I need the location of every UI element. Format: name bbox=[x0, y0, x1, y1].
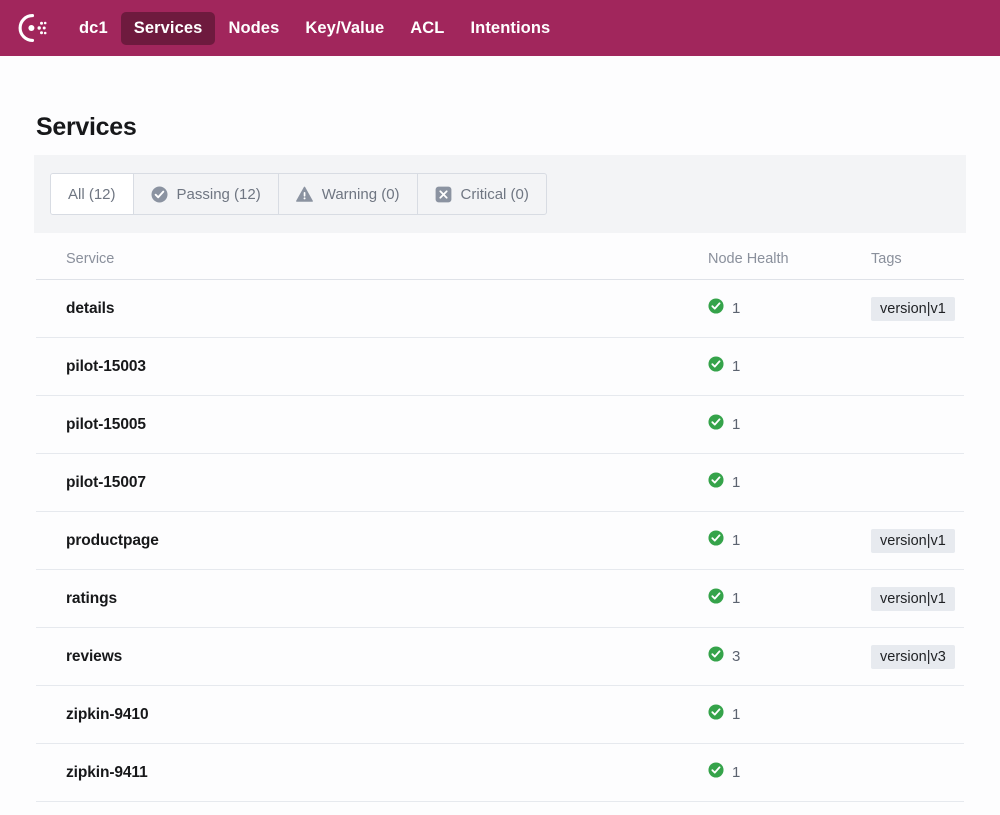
table-row[interactable]: zipkin-9411 1 bbox=[36, 744, 964, 802]
nav-item-list: dc1 Services Nodes Key/Value ACL Intenti… bbox=[66, 12, 563, 45]
services-table: Service Node Health Tags details 1 versi… bbox=[36, 233, 964, 802]
node-health-count: 1 bbox=[732, 532, 740, 549]
node-health-count: 1 bbox=[732, 474, 740, 491]
table-row[interactable]: zipkin-9410 1 bbox=[36, 686, 964, 744]
table-row[interactable]: pilot-15005 1 bbox=[36, 396, 964, 454]
node-health-cell: 1 bbox=[708, 356, 871, 377]
node-health-cell: 1 bbox=[708, 704, 871, 725]
node-health-count: 1 bbox=[732, 706, 740, 723]
node-health-cell: 1 bbox=[708, 530, 871, 551]
node-health-cell: 1 bbox=[708, 762, 871, 783]
column-header-tags: Tags bbox=[871, 251, 964, 267]
node-health-cell: 1 bbox=[708, 298, 871, 319]
table-row[interactable]: reviews 3 version|v3 bbox=[36, 628, 964, 686]
critical-x-icon bbox=[435, 186, 452, 203]
tag-badge[interactable]: version|v3 bbox=[871, 645, 955, 669]
node-health-cell: 1 bbox=[708, 472, 871, 493]
check-circle-green-icon bbox=[708, 530, 724, 551]
tags-cell: version|v1 bbox=[871, 529, 964, 553]
service-name-link[interactable]: ratings bbox=[36, 590, 708, 608]
tag-badge[interactable]: version|v1 bbox=[871, 529, 955, 553]
service-name-link[interactable]: zipkin-9411 bbox=[36, 764, 708, 782]
check-circle-green-icon bbox=[708, 298, 724, 319]
page-title: Services bbox=[36, 113, 964, 142]
filter-critical-label: Critical (0) bbox=[461, 186, 529, 203]
tags-cell: version|v3 bbox=[871, 645, 964, 669]
filter-passing-label: Passing (12) bbox=[177, 186, 261, 203]
consul-logo-icon[interactable] bbox=[10, 6, 54, 50]
check-circle-icon bbox=[151, 186, 168, 203]
service-name-link[interactable]: zipkin-9410 bbox=[36, 706, 708, 724]
table-header-row: Service Node Health Tags bbox=[36, 233, 964, 280]
node-health-count: 1 bbox=[732, 300, 740, 317]
node-health-cell: 3 bbox=[708, 646, 871, 667]
service-name-link[interactable]: pilot-15003 bbox=[36, 358, 708, 376]
tags-cell: version|v1 bbox=[871, 297, 964, 321]
filter-all-button[interactable]: All (12) bbox=[51, 174, 134, 214]
tag-badge[interactable]: version|v1 bbox=[871, 297, 955, 321]
column-header-node-health: Node Health bbox=[708, 251, 871, 267]
nav-item-datacenter[interactable]: dc1 bbox=[66, 12, 121, 45]
health-filter-group: All (12) Passing (12) bbox=[50, 173, 547, 215]
top-navigation-bar: dc1 Services Nodes Key/Value ACL Intenti… bbox=[0, 0, 1000, 56]
node-health-cell: 1 bbox=[708, 588, 871, 609]
check-circle-green-icon bbox=[708, 356, 724, 377]
filter-warning-button[interactable]: Warning (0) bbox=[279, 174, 418, 214]
nav-item-intentions[interactable]: Intentions bbox=[457, 12, 563, 45]
page-content: Services All (12) Passing (12) bbox=[0, 113, 1000, 802]
node-health-count: 3 bbox=[732, 648, 740, 665]
nav-item-services[interactable]: Services bbox=[121, 12, 216, 45]
table-row[interactable]: details 1 version|v1 bbox=[36, 280, 964, 338]
filter-critical-button[interactable]: Critical (0) bbox=[418, 174, 546, 214]
check-circle-green-icon bbox=[708, 588, 724, 609]
tag-badge[interactable]: version|v1 bbox=[871, 587, 955, 611]
node-health-cell: 1 bbox=[708, 414, 871, 435]
service-name-link[interactable]: pilot-15005 bbox=[36, 416, 708, 434]
node-health-count: 1 bbox=[732, 764, 740, 781]
table-row[interactable]: pilot-15007 1 bbox=[36, 454, 964, 512]
check-circle-green-icon bbox=[708, 646, 724, 667]
check-circle-green-icon bbox=[708, 472, 724, 493]
node-health-count: 1 bbox=[732, 416, 740, 433]
check-circle-green-icon bbox=[708, 762, 724, 783]
warning-triangle-icon bbox=[296, 186, 313, 203]
nav-item-acl[interactable]: ACL bbox=[397, 12, 457, 45]
nav-item-key-value[interactable]: Key/Value bbox=[292, 12, 397, 45]
service-name-link[interactable]: pilot-15007 bbox=[36, 474, 708, 492]
service-name-link[interactable]: productpage bbox=[36, 532, 708, 550]
filter-warning-label: Warning (0) bbox=[322, 186, 400, 203]
tags-cell: version|v1 bbox=[871, 587, 964, 611]
filter-passing-button[interactable]: Passing (12) bbox=[134, 174, 279, 214]
node-health-count: 1 bbox=[732, 358, 740, 375]
column-header-service: Service bbox=[36, 251, 708, 267]
table-row[interactable]: pilot-15003 1 bbox=[36, 338, 964, 396]
filter-all-label: All (12) bbox=[68, 186, 116, 203]
table-body: details 1 version|v1 pilot-15003 1 pilot… bbox=[36, 280, 964, 802]
table-row[interactable]: productpage 1 version|v1 bbox=[36, 512, 964, 570]
node-health-count: 1 bbox=[732, 590, 740, 607]
nav-item-nodes[interactable]: Nodes bbox=[215, 12, 292, 45]
service-name-link[interactable]: reviews bbox=[36, 648, 708, 666]
table-row[interactable]: ratings 1 version|v1 bbox=[36, 570, 964, 628]
filter-bar: All (12) Passing (12) bbox=[34, 155, 966, 233]
check-circle-green-icon bbox=[708, 704, 724, 725]
check-circle-green-icon bbox=[708, 414, 724, 435]
service-name-link[interactable]: details bbox=[36, 300, 708, 318]
